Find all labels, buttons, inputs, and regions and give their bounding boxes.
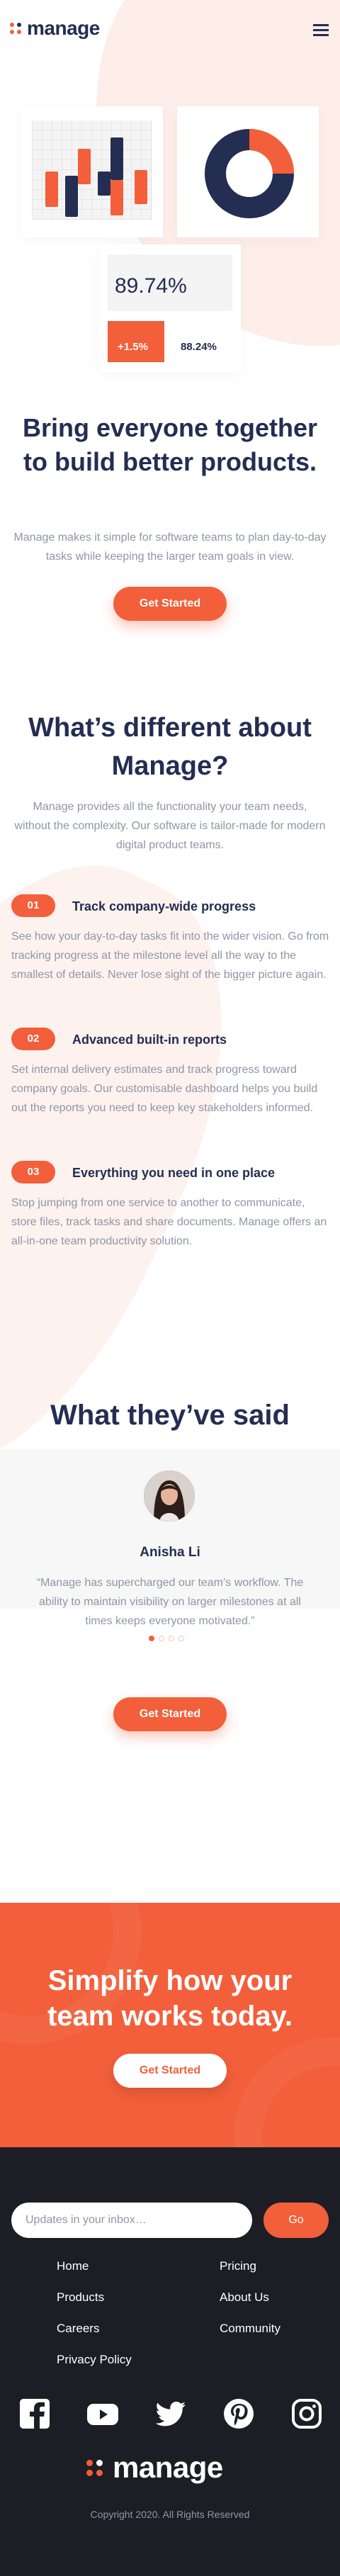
- different-title: What’s different about Manage?: [28, 713, 312, 781]
- feature-title: Everything you need in one place: [72, 1166, 276, 1180]
- bar: [45, 171, 58, 207]
- carousel-dot[interactable]: [169, 1636, 174, 1641]
- facebook-icon[interactable]: [18, 2397, 51, 2430]
- different-description: Manage provides all the functionality yo…: [14, 801, 326, 851]
- logo-text: manage: [113, 2451, 223, 2484]
- carousel-dot[interactable]: [149, 1636, 154, 1641]
- get-started-button[interactable]: Get Started: [113, 587, 227, 621]
- youtube-icon[interactable]: [86, 2397, 119, 2430]
- bar: [98, 171, 110, 196]
- feature-description: Stop jumping from one service to another…: [11, 1197, 327, 1247]
- twitter-icon[interactable]: [154, 2397, 187, 2430]
- footer-link-about-us[interactable]: About Us: [220, 2288, 298, 2306]
- testimonial-quote: “Manage has supercharged our team’s work…: [36, 1577, 304, 1627]
- feature-item: 03 Everything you need in one place Stop…: [11, 1161, 330, 1251]
- carousel-dot[interactable]: [159, 1636, 164, 1641]
- footer-logo[interactable]: manage: [86, 2451, 223, 2485]
- logo-mark-icon: [10, 23, 21, 34]
- social-links: [18, 2397, 323, 2430]
- logo-text: manage: [27, 17, 100, 39]
- footer-link-pricing[interactable]: Pricing: [220, 2257, 298, 2275]
- bar: [135, 170, 147, 204]
- footer-link-home[interactable]: Home: [57, 2257, 220, 2275]
- footer-nav: Home Pricing Products About Us Careers C…: [57, 2257, 298, 2368]
- hero-title: Bring everyone together to build better …: [22, 413, 318, 476]
- hero-illustration: 89.74% +1.5% 88.24%: [21, 103, 319, 372]
- avatar-portrait: [144, 1470, 195, 1522]
- donut-chart-card: [177, 106, 319, 237]
- cta-title: Simplify how your team works today.: [47, 1965, 293, 2032]
- carousel-dot[interactable]: [178, 1636, 184, 1641]
- percent-value: 89.74%: [115, 274, 187, 298]
- feature-number-badge: 01: [11, 894, 55, 917]
- feature-title: Track company-wide progress: [72, 899, 256, 913]
- growth-badge: +1.5%: [118, 341, 148, 353]
- copyright-text: Copyright 2020. All Rights Reserved: [90, 2509, 250, 2520]
- donut-chart: [205, 129, 294, 218]
- logo-mark-icon: [86, 2459, 103, 2476]
- feature-item: 01 Track company-wide progress See how y…: [11, 894, 330, 984]
- feature-number-badge: 03: [11, 1161, 55, 1183]
- carousel-dots: [149, 1636, 188, 1641]
- get-started-button[interactable]: Get Started: [113, 2054, 227, 2088]
- footer-link-community[interactable]: Community: [220, 2319, 298, 2337]
- feature-number-badge: 02: [11, 1028, 55, 1050]
- feature-title: Advanced built-in reports: [72, 1033, 227, 1047]
- secondary-value: 88.24%: [181, 341, 217, 353]
- testimonials-title: What they’ve said: [50, 1400, 290, 1431]
- footer-link-privacy-policy[interactable]: Privacy Policy: [57, 2351, 220, 2368]
- feature-description: Set internal delivery estimates and trac…: [11, 1064, 318, 1114]
- landing-page: manage 89.74% +1.5% 88.24% Bring everyon…: [0, 0, 340, 2576]
- menu-icon[interactable]: [313, 24, 329, 37]
- logo[interactable]: manage: [10, 17, 100, 40]
- get-started-button[interactable]: Get Started: [113, 1697, 227, 1731]
- newsletter-email-input[interactable]: [11, 2203, 252, 2238]
- feature-description: See how your day-to-day tasks fit into t…: [11, 930, 329, 981]
- bar: [110, 180, 123, 215]
- hero-description: Manage makes it simple for software team…: [13, 531, 327, 563]
- percent-card: 89.74% +1.5% 88.24%: [99, 244, 241, 372]
- site-header: manage: [0, 0, 340, 64]
- footer-link-products[interactable]: Products: [57, 2288, 220, 2306]
- bar: [110, 137, 123, 180]
- go-button[interactable]: Go: [264, 2203, 329, 2238]
- feature-item: 02 Advanced built-in reports Set interna…: [11, 1028, 330, 1118]
- bar: [78, 149, 91, 184]
- instagram-icon[interactable]: [290, 2397, 323, 2430]
- pinterest-icon[interactable]: [222, 2397, 255, 2430]
- footer-link-careers[interactable]: Careers: [57, 2319, 220, 2337]
- testimonial-name: Anisha Li: [140, 1545, 200, 1560]
- bar-chart-card: [21, 106, 163, 237]
- avatar: [144, 1470, 195, 1522]
- bar: [65, 176, 78, 217]
